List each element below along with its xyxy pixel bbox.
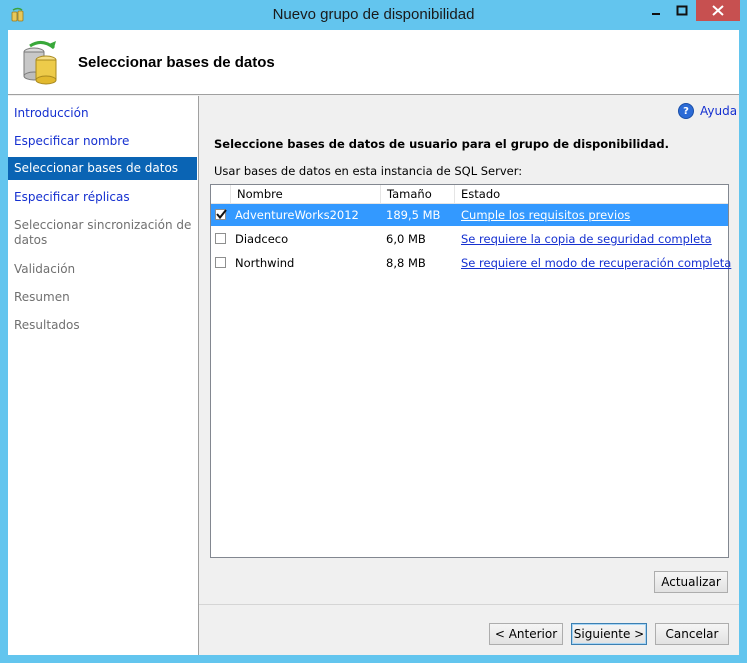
row-status-link[interactable]: Cumple los requisitos previos bbox=[461, 204, 630, 226]
minimize-button[interactable] bbox=[643, 0, 669, 21]
checkmark-icon bbox=[216, 209, 227, 220]
sidebar-item-resultados: Resultados bbox=[14, 318, 80, 332]
table-row[interactable]: AdventureWorks2012 189,5 MB Cumple los r… bbox=[211, 204, 728, 226]
row-checkbox[interactable] bbox=[215, 209, 227, 220]
close-button[interactable] bbox=[696, 0, 740, 21]
row-checkbox[interactable] bbox=[215, 257, 226, 268]
footer-divider bbox=[199, 604, 739, 605]
wizard-window: Nuevo grupo de disponibilidad Selecciona… bbox=[0, 0, 747, 663]
row-status-link[interactable]: Se requiere la copia de seguridad comple… bbox=[461, 228, 712, 250]
help-label: Ayuda bbox=[700, 104, 738, 118]
window-title: Nuevo grupo de disponibilidad bbox=[272, 6, 475, 23]
wizard-sidebar: Introducción Especificar nombre Seleccio… bbox=[8, 96, 199, 655]
list-label: Usar bases de datos en esta instancia de… bbox=[214, 164, 523, 178]
sidebar-item-validacion: Validación bbox=[14, 262, 76, 276]
table-row[interactable]: Northwind 8,8 MB Se requiere el modo de … bbox=[211, 252, 731, 274]
list-header: Nombre Tamaño Estado bbox=[211, 185, 728, 204]
sidebar-item-introduccion[interactable]: Introducción bbox=[8, 106, 197, 121]
sidebar-item-sincronizacion: Seleccionar sincronización de datos bbox=[8, 218, 197, 248]
column-header-size[interactable]: Tamaño bbox=[381, 185, 455, 203]
instruction-text: Seleccione bases de datos de usuario par… bbox=[214, 137, 669, 151]
sidebar-item-especificar-replicas[interactable]: Especificar réplicas bbox=[8, 190, 197, 205]
row-size: 8,8 MB bbox=[386, 256, 426, 270]
title-bar[interactable]: Nuevo grupo de disponibilidad bbox=[0, 0, 747, 30]
client-area: Seleccionar bases de datos Introducción … bbox=[8, 30, 739, 655]
row-status-link[interactable]: Se requiere el modo de recuperación comp… bbox=[461, 252, 731, 274]
help-link[interactable]: ? Ayuda bbox=[678, 103, 737, 119]
sidebar-item-label-line2: datos bbox=[14, 233, 48, 247]
sidebar-item-especificar-nombre[interactable]: Especificar nombre bbox=[8, 134, 197, 149]
database-icon bbox=[16, 38, 64, 86]
maximize-icon bbox=[676, 5, 688, 16]
row-name: AdventureWorks2012 bbox=[235, 208, 359, 222]
cancel-button[interactable]: Cancelar bbox=[655, 623, 729, 645]
back-button[interactable]: < Anterior bbox=[489, 623, 563, 645]
table-row[interactable]: Diadceco 6,0 MB Se requiere la copia de … bbox=[211, 228, 728, 250]
help-icon: ? bbox=[678, 103, 694, 119]
wizard-header: Seleccionar bases de datos bbox=[8, 30, 739, 95]
sidebar-item-resumen: Resumen bbox=[14, 290, 70, 304]
maximize-button[interactable] bbox=[669, 0, 695, 21]
row-size: 189,5 MB bbox=[386, 208, 441, 222]
column-header-name[interactable]: Nombre bbox=[231, 185, 381, 203]
column-header-status[interactable]: Estado bbox=[455, 185, 728, 203]
row-name: Northwind bbox=[235, 256, 295, 270]
sidebar-item-seleccionar-bases[interactable]: Seleccionar bases de datos bbox=[8, 157, 197, 180]
page-title: Seleccionar bases de datos bbox=[78, 54, 275, 71]
database-list[interactable]: Nombre Tamaño Estado AdventureWorks2012 … bbox=[210, 184, 731, 558]
close-icon bbox=[712, 5, 724, 16]
column-header-check[interactable] bbox=[211, 185, 231, 203]
row-checkbox[interactable] bbox=[215, 233, 226, 244]
minimize-icon bbox=[652, 13, 660, 15]
sidebar-item-label: Seleccionar sincronización de bbox=[14, 218, 192, 232]
row-size: 6,0 MB bbox=[386, 232, 426, 246]
refresh-button[interactable]: Actualizar bbox=[654, 571, 728, 593]
next-button[interactable]: Siguiente > bbox=[571, 623, 647, 645]
row-name: Diadceco bbox=[235, 232, 289, 246]
